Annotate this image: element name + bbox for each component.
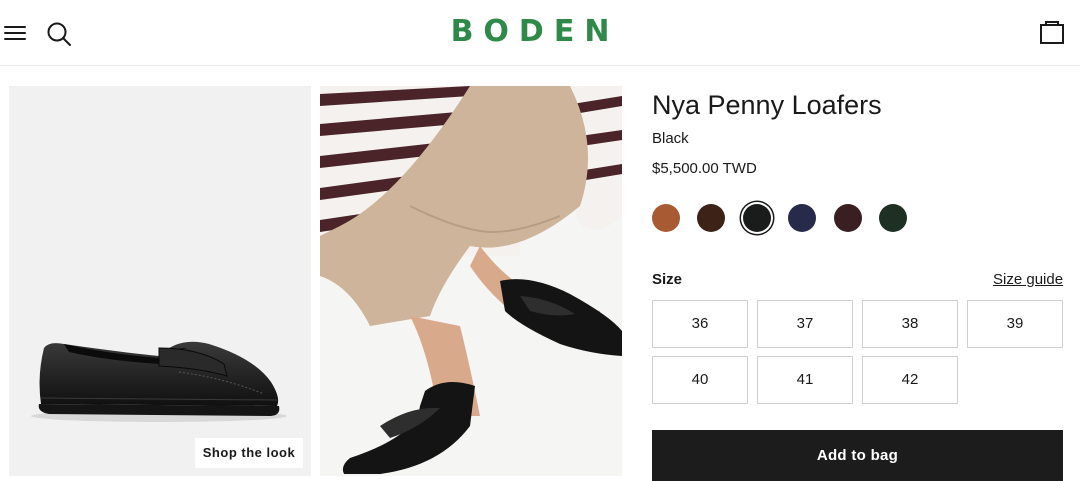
size-option[interactable]: 38 [862,300,958,348]
product-image-packshot[interactable]: Shop the look [9,86,311,476]
product-title: Nya Penny Loafers [652,90,882,120]
menu-icon[interactable] [4,24,26,42]
color-swatch-dark-brown[interactable] [697,204,725,232]
add-to-bag-button[interactable]: Add to bag [652,430,1063,481]
size-label: Size [652,271,683,288]
size-option[interactable]: 39 [967,300,1063,348]
selected-color-name: Black [652,130,689,147]
size-option[interactable]: 37 [757,300,853,348]
color-swatch-tan[interactable] [652,204,680,232]
size-option[interactable]: 40 [652,356,748,404]
color-swatch-burgundy[interactable] [834,204,862,232]
size-option[interactable]: 42 [862,356,958,404]
size-option[interactable]: 36 [652,300,748,348]
bag-icon[interactable] [1039,19,1065,45]
loafer-illustration [31,341,287,422]
search-icon[interactable] [46,21,72,47]
color-swatch-dark-green[interactable] [879,204,907,232]
color-swatch-navy[interactable] [788,204,816,232]
size-guide-link[interactable]: Size guide [993,271,1063,288]
size-option[interactable]: 41 [757,356,853,404]
site-header: BODEN [0,0,1080,66]
model-wearing-loafers-illustration [320,86,622,474]
color-swatch-black[interactable] [743,204,771,232]
brand-logo[interactable]: BODEN [450,14,620,50]
shop-the-look-button[interactable]: Shop the look [195,438,303,468]
product-price: $5,500.00 TWD [652,160,757,177]
product-image-model[interactable] [320,86,622,476]
